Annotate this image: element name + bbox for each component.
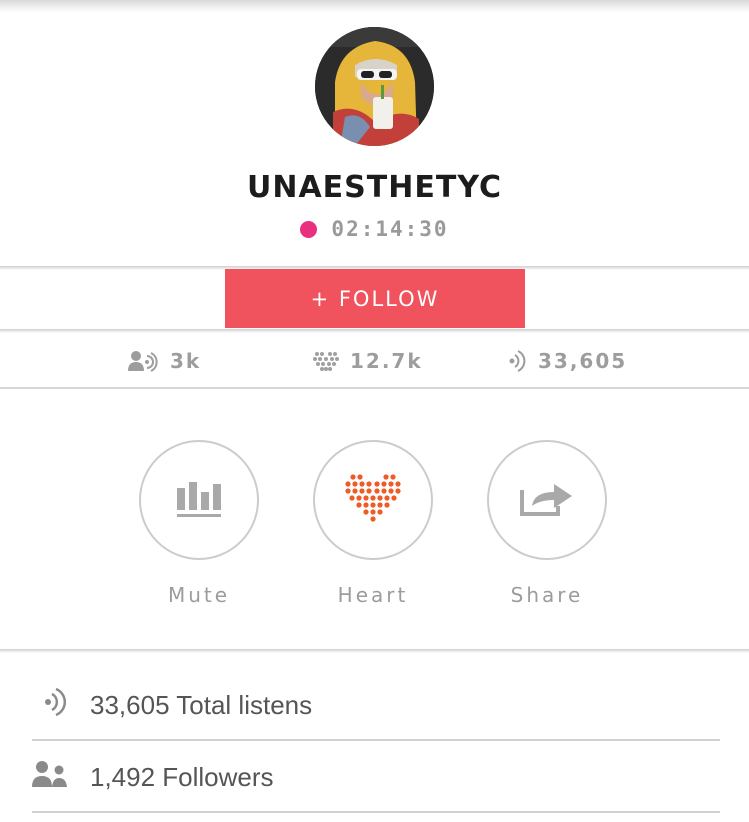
divider: [0, 329, 749, 333]
share-icon: [518, 478, 576, 522]
stats-row: 3k 12.7k 33,605: [0, 337, 749, 385]
heart-label: Heart: [337, 583, 409, 607]
total-listens-row: 33,605 Total listens: [32, 670, 720, 740]
live-time: 02:14:30: [331, 217, 449, 241]
total-listens-text: 33,605 Total listens: [90, 689, 313, 720]
mute-icon: [175, 478, 223, 522]
stat-listens-value: 33,605: [538, 349, 628, 373]
stat-hearts-value: 12.7k: [350, 349, 423, 373]
divider: [0, 387, 749, 389]
stat-hearts: 12.7k: [312, 337, 423, 385]
heart-icon: [344, 473, 402, 527]
share-button[interactable]: [487, 440, 607, 560]
mute-label: Mute: [167, 583, 231, 607]
avatar[interactable]: [315, 27, 434, 146]
stat-listens: 33,605: [508, 337, 627, 385]
heart-button[interactable]: [313, 440, 433, 560]
share-label: Share: [510, 583, 584, 607]
divider: [32, 811, 720, 813]
follow-button[interactable]: + FOLLOW: [225, 269, 525, 328]
top-shadow: [0, 0, 749, 12]
username: UNAESTHETYC: [247, 170, 502, 205]
divider: [0, 649, 749, 653]
live-indicator-dot: [300, 220, 318, 238]
followers-text: 1,492 Followers: [90, 761, 274, 792]
divider: [32, 739, 720, 741]
stat-listeners: 3k: [128, 337, 201, 385]
mute-button[interactable]: [139, 440, 259, 560]
followers-icon: [32, 759, 68, 796]
stat-listeners-value: 3k: [170, 349, 202, 373]
followers-row[interactable]: 1,492 Followers: [32, 742, 720, 812]
listens-icon: [32, 684, 68, 727]
heart-icon: [312, 349, 340, 373]
listens-icon: [508, 349, 528, 373]
listeners-icon: [128, 349, 160, 373]
live-timer: 02:14:30: [0, 216, 749, 242]
